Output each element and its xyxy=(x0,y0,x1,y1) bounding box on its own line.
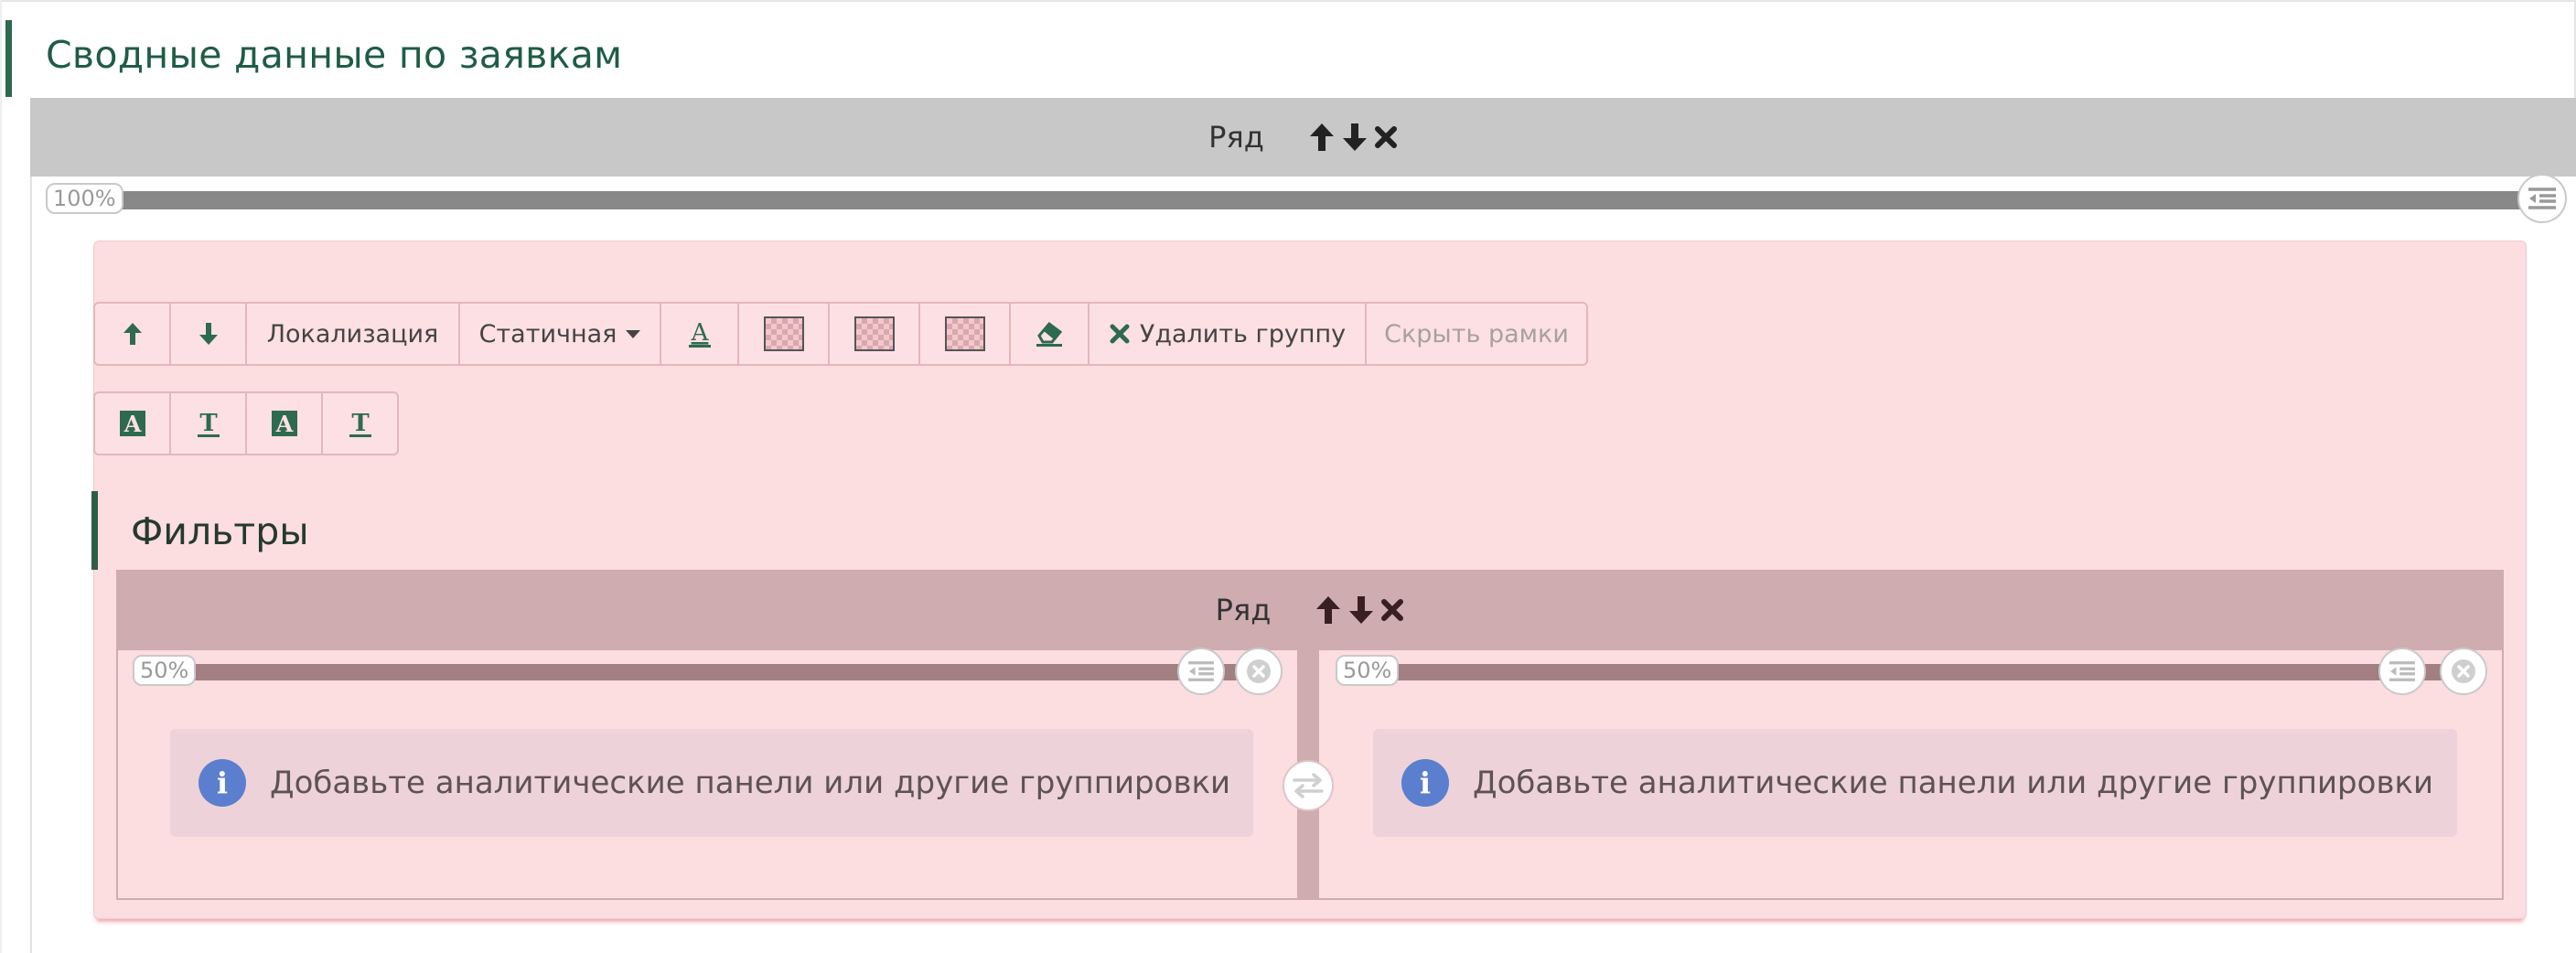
group-toolbar: Локализация Статичная A Удалить группу С… xyxy=(93,302,1588,366)
text-color-button[interactable]: A xyxy=(660,302,739,366)
column-width-badge: 50% xyxy=(133,655,197,686)
close-icon xyxy=(1110,324,1130,344)
localization-button[interactable]: Локализация xyxy=(245,302,460,366)
text-style-toolbar: A T A T xyxy=(93,391,399,455)
info-icon: i xyxy=(199,759,246,807)
svg-text:T: T xyxy=(351,410,370,437)
delete-row-icon[interactable] xyxy=(1374,125,1398,149)
delete-group-button[interactable]: Удалить группу xyxy=(1088,302,1367,366)
mode-dropdown-label: Статичная xyxy=(478,319,617,348)
font-color-icon: A xyxy=(688,319,711,348)
mode-dropdown[interactable]: Статичная xyxy=(458,302,661,366)
row-label: Ряд xyxy=(1215,593,1272,627)
clear-style-button[interactable] xyxy=(1009,302,1089,366)
text-format-icon: T xyxy=(197,410,220,437)
row-label: Ряд xyxy=(1208,120,1264,155)
font-background-icon: A xyxy=(271,411,297,437)
delete-row-icon[interactable] xyxy=(1380,598,1404,622)
close-icon xyxy=(1247,659,1271,683)
move-row-down-icon[interactable] xyxy=(1341,122,1368,153)
chevron-down-icon xyxy=(626,329,641,338)
info-text: Добавьте аналитические панели или другие… xyxy=(270,765,1231,801)
window-top-border xyxy=(0,0,2576,2)
close-icon xyxy=(2452,659,2475,683)
svg-text:A: A xyxy=(123,411,141,437)
svg-text:A: A xyxy=(690,319,709,347)
arrow-down-icon xyxy=(199,323,218,345)
background-color-button-2[interactable] xyxy=(828,302,920,366)
indent-list-icon xyxy=(2528,187,2556,209)
column-width-badge: 50% xyxy=(1336,655,1400,686)
transparent-swatch-icon xyxy=(853,316,895,351)
content-font-style-button[interactable]: T xyxy=(321,391,399,455)
content-bg-style-button[interactable]: A xyxy=(245,391,323,455)
outer-column-settings-button[interactable] xyxy=(2517,174,2567,223)
column-width-slider[interactable] xyxy=(1345,664,2461,680)
swap-arrows-icon xyxy=(1293,773,1324,798)
transparent-swatch-icon xyxy=(944,316,985,351)
remove-column-button[interactable] xyxy=(2440,648,2487,695)
transparent-swatch-icon xyxy=(763,316,804,351)
info-message: i Добавьте аналитические панели или друг… xyxy=(1373,729,2457,837)
row-controls xyxy=(1308,122,1398,153)
move-group-down-button[interactable] xyxy=(169,302,247,366)
row-controls xyxy=(1315,594,1404,626)
move-row-down-icon[interactable] xyxy=(1347,594,1375,626)
section-accent-bar xyxy=(91,491,98,570)
title-bg-style-button[interactable]: A xyxy=(93,391,171,455)
outer-width-slider[interactable] xyxy=(57,191,2547,209)
background-color-button-3[interactable] xyxy=(918,302,1011,366)
move-group-up-button[interactable] xyxy=(93,302,171,366)
indent-list-icon xyxy=(1188,661,1214,681)
font-background-icon: A xyxy=(119,411,145,437)
text-format-icon: T xyxy=(349,410,371,437)
info-icon: i xyxy=(1401,759,1449,807)
page-title: Сводные данные по заявкам xyxy=(46,33,623,77)
column-width-slider[interactable] xyxy=(142,664,1244,680)
arrow-up-icon xyxy=(123,323,142,345)
info-text: Добавьте аналитические панели или другие… xyxy=(1473,765,2434,801)
window-left-border xyxy=(0,0,2,953)
title-font-style-button[interactable]: T xyxy=(169,391,247,455)
info-message: i Добавьте аналитические панели или друг… xyxy=(170,729,1253,837)
delete-group-label: Удалить группу xyxy=(1139,319,1347,348)
remove-column-button[interactable] xyxy=(1235,648,1283,695)
outer-row-header: Ряд xyxy=(30,98,2576,177)
swap-columns-button[interactable] xyxy=(1283,760,1334,811)
svg-text:T: T xyxy=(199,410,218,437)
title-accent-bar xyxy=(5,20,12,97)
inner-row-header: Ряд xyxy=(116,570,2504,650)
indent-list-icon xyxy=(2389,661,2415,681)
move-row-up-icon[interactable] xyxy=(1308,122,1336,153)
hide-frames-button[interactable]: Скрыть рамки xyxy=(1365,302,1588,366)
column-settings-button[interactable] xyxy=(1177,648,1225,695)
svg-text:A: A xyxy=(274,411,293,437)
background-color-button-1[interactable] xyxy=(737,302,830,366)
move-row-up-icon[interactable] xyxy=(1315,594,1342,626)
outer-width-badge: 100% xyxy=(46,183,123,214)
column-settings-button[interactable] xyxy=(2378,648,2426,695)
section-title: Фильтры xyxy=(131,509,309,553)
eraser-icon xyxy=(1036,321,1063,347)
